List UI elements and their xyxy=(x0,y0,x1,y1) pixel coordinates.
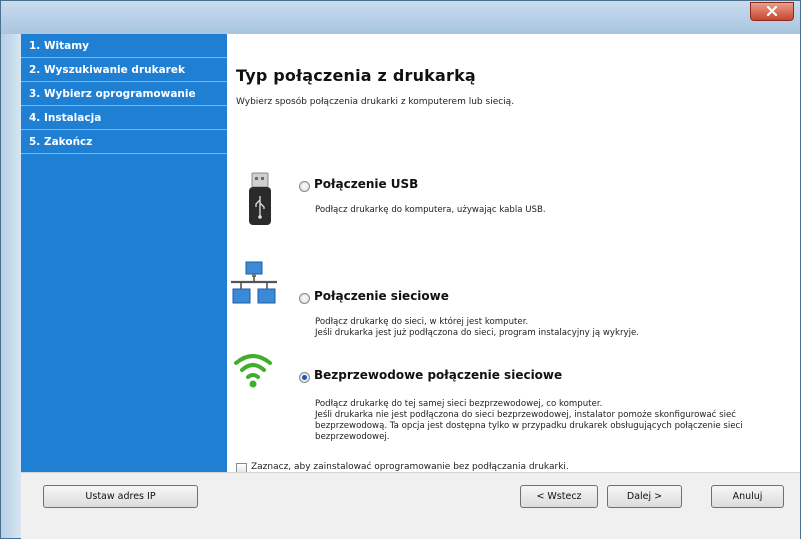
usb-option-description: Podłącz drukarkę do komputera, używając … xyxy=(315,205,795,216)
step-choose-software: 3. Wybierz oprogramowanie xyxy=(21,82,227,106)
wireless-desc-line: Jeśli drukarka nie jest podłączona do si… xyxy=(315,410,743,442)
back-button[interactable]: < Wstecz xyxy=(520,485,598,508)
installer-window: 1. Witamy 2. Wyszukiwanie drukarek 3. Wy… xyxy=(0,0,801,539)
install-without-printer-label[interactable]: Zaznacz, aby zainstalować oprogramowanie… xyxy=(251,462,569,472)
page-subtitle: Wybierz sposób połączenia drukarki z kom… xyxy=(236,97,515,107)
network-option-description: Podłącz drukarkę do sieci, w której jest… xyxy=(315,317,795,339)
wireless-desc-line: Podłącz drukarkę do tej samej sieci bezp… xyxy=(315,399,603,409)
step-installation: 4. Instalacja xyxy=(21,106,227,130)
usb-desc-line: Podłącz drukarkę do komputera, używając … xyxy=(315,205,546,215)
network-icon xyxy=(231,261,277,304)
wireless-radio[interactable] xyxy=(299,372,310,383)
window-frame-left xyxy=(1,34,21,538)
usb-option-label[interactable]: Połączenie USB xyxy=(314,177,418,191)
next-button[interactable]: Dalej > xyxy=(607,485,682,508)
title-bar[interactable] xyxy=(1,1,800,35)
close-button[interactable] xyxy=(750,2,794,21)
usb-radio[interactable] xyxy=(299,181,310,192)
network-desc-line: Podłącz drukarkę do sieci, w której jest… xyxy=(315,317,529,327)
wireless-option-label[interactable]: Bezprzewodowe połączenie sieciowe xyxy=(314,368,562,382)
cancel-button[interactable]: Anuluj xyxy=(711,485,784,508)
page-title: Typ połączenia z drukarką xyxy=(236,66,476,85)
wifi-icon xyxy=(234,354,272,388)
network-option-label[interactable]: Połączenie sieciowe xyxy=(314,289,449,303)
close-icon xyxy=(766,6,778,17)
step-finish: 5. Zakończ xyxy=(21,130,227,154)
usb-icon xyxy=(249,172,271,225)
network-desc-line: Jeśli drukarka jest już podłączona do si… xyxy=(315,328,639,338)
wireless-option-description: Podłącz drukarkę do tej samej sieci bezp… xyxy=(315,399,795,443)
main-panel: Typ połączenia z drukarką Wybierz sposób… xyxy=(227,34,800,474)
step-welcome: 1. Witamy xyxy=(21,34,227,58)
network-radio[interactable] xyxy=(299,293,310,304)
button-bar: Ustaw adres IP < Wstecz Dalej > Anuluj xyxy=(21,472,800,539)
step-search-printers: 2. Wyszukiwanie drukarek xyxy=(21,58,227,82)
steps-sidebar: 1. Witamy 2. Wyszukiwanie drukarek 3. Wy… xyxy=(21,34,227,472)
set-ip-address-button[interactable]: Ustaw adres IP xyxy=(43,485,198,508)
